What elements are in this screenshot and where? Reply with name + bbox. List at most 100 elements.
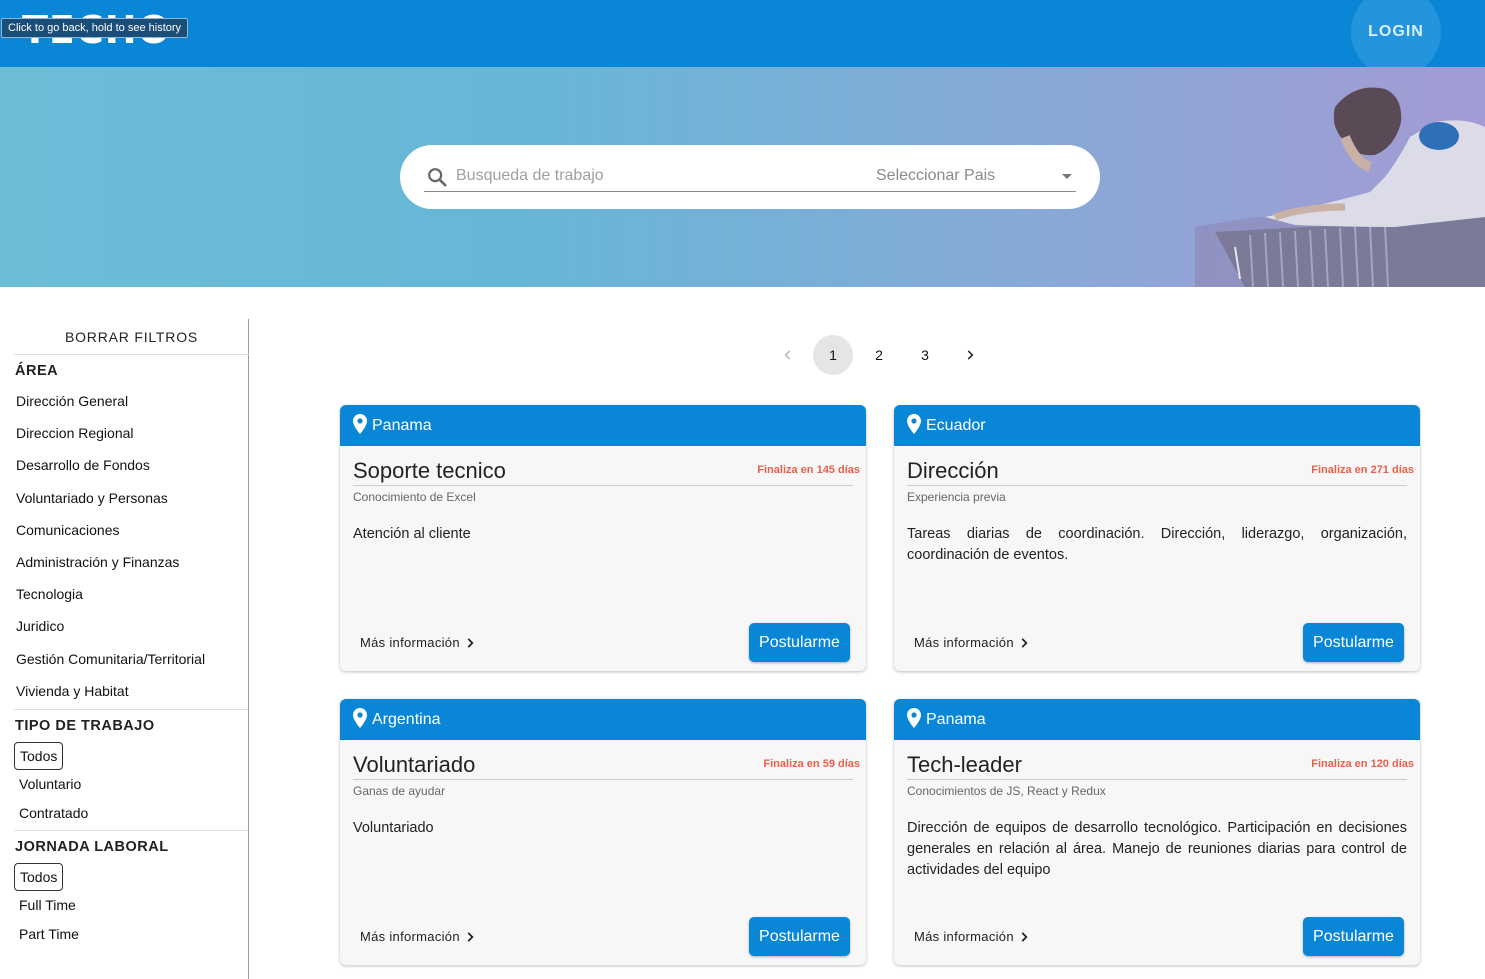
job-type-contratado[interactable]: Contratado xyxy=(14,799,248,828)
area-filter-juridico[interactable]: Juridico xyxy=(14,610,248,642)
login-button[interactable]: LOGIN xyxy=(1351,0,1441,64)
job-requirement: Conocimiento de Excel xyxy=(353,490,476,504)
deadline-badge: Finaliza en 145 días xyxy=(757,464,860,476)
country-select-label: Seleccionar Pais xyxy=(876,167,996,184)
schedule-full-time[interactable]: Full Time xyxy=(14,891,248,920)
title-divider xyxy=(353,485,853,486)
area-filter-administracion-finanzas[interactable]: Administración y Finanzas xyxy=(14,546,248,578)
page-button-2[interactable]: 2 xyxy=(859,335,899,375)
job-description: Tareas diarias de coordinación. Direcció… xyxy=(907,526,1407,563)
schedule-todos[interactable]: Todos xyxy=(14,862,64,891)
card-country: Ecuador xyxy=(926,416,986,434)
chevron-left-icon xyxy=(784,350,791,360)
more-info-label: Más información xyxy=(914,929,1014,944)
more-info-link[interactable]: Más información xyxy=(360,635,477,650)
deadline-badge: Finaliza en 271 días xyxy=(1311,464,1414,476)
chevron-right-icon xyxy=(467,637,474,648)
job-search-input[interactable] xyxy=(456,163,856,189)
apply-button[interactable]: Postularme xyxy=(1303,623,1404,662)
job-description: Voluntariado xyxy=(353,820,434,836)
area-filter-comunicaciones[interactable]: Comunicaciones xyxy=(14,514,248,546)
app-bar: TECHO Click to go back, hold to see hist… xyxy=(0,0,1485,77)
job-type-todos[interactable]: Todos xyxy=(14,741,64,770)
location-pin-icon xyxy=(907,707,921,728)
deadline-badge: Finaliza en 59 días xyxy=(763,758,860,770)
search-underline xyxy=(424,191,1076,192)
more-info-link[interactable]: Más información xyxy=(914,929,1031,944)
chevron-right-icon xyxy=(1021,931,1028,942)
card-title-row: Voluntariado Finaliza en 59 días xyxy=(353,752,860,780)
job-title: Tech-leader xyxy=(907,752,1022,777)
job-description: Atención al cliente xyxy=(353,526,471,542)
card-country: Panama xyxy=(926,710,986,728)
card-country: Argentina xyxy=(372,710,441,728)
more-info-label: Más información xyxy=(360,635,460,650)
previous-page-button[interactable] xyxy=(766,335,810,375)
job-description: Dirección de equipos de desarrollo tecno… xyxy=(907,820,1407,878)
card-header: Panama xyxy=(340,405,866,446)
card-title-row: Tech-leader Finaliza en 120 días xyxy=(907,752,1414,780)
dropdown-arrow-icon xyxy=(1062,173,1072,179)
job-type-voluntario[interactable]: Voluntario xyxy=(14,770,248,799)
more-info-label: Más información xyxy=(360,929,460,944)
more-info-link[interactable]: Más información xyxy=(360,929,477,944)
page-button-3[interactable]: 3 xyxy=(905,335,945,375)
area-filter-direccion-regional[interactable]: Direccion Regional xyxy=(14,417,248,449)
apply-button[interactable]: Postularme xyxy=(749,917,850,956)
area-filter-vivienda-habitat[interactable]: Vivienda y Habitat xyxy=(14,675,248,707)
hero-banner: Seleccionar Pais xyxy=(0,67,1485,287)
job-title: Voluntariado xyxy=(353,752,476,777)
job-requirement: Conocimientos de JS, React y Redux xyxy=(907,784,1106,798)
more-info-link[interactable]: Más información xyxy=(914,635,1031,650)
deadline-badge: Finaliza en 120 días xyxy=(1311,758,1414,770)
card-header: Panama xyxy=(894,699,1420,740)
job-title: Soporte tecnico xyxy=(353,458,506,483)
job-title: Dirección xyxy=(907,458,999,483)
job-card: Panama Soporte tecnico Finaliza en 145 d… xyxy=(340,405,866,671)
location-pin-icon xyxy=(353,413,367,434)
title-divider xyxy=(353,779,853,780)
back-button-tooltip: Click to go back, hold to see history xyxy=(1,18,189,38)
job-card: Panama Tech-leader Finaliza en 120 días … xyxy=(894,699,1420,965)
schedule-options: Todos Full Time Part Time xyxy=(14,861,248,949)
more-info-label: Más información xyxy=(914,635,1014,650)
card-header: Ecuador xyxy=(894,405,1420,446)
search-bar: Seleccionar Pais xyxy=(400,145,1100,209)
pagination: 1 2 3 xyxy=(766,335,992,375)
apply-button[interactable]: Postularme xyxy=(749,623,850,662)
title-divider xyxy=(907,485,1407,486)
area-filter-tecnologia[interactable]: Tecnologia xyxy=(14,578,248,610)
country-select[interactable]: Seleccionar Pais xyxy=(876,163,1076,189)
area-filter-voluntariado-personas[interactable]: Voluntariado y Personas xyxy=(14,482,248,514)
chevron-right-icon xyxy=(967,350,974,360)
job-type-options: Todos Voluntario Contratado xyxy=(14,740,248,828)
job-type-filter-title: TIPO DE TRABAJO xyxy=(15,717,155,734)
area-filter-direccion-general[interactable]: Dirección General xyxy=(14,385,248,417)
card-country: Panama xyxy=(372,416,432,434)
next-page-button[interactable] xyxy=(948,335,992,375)
area-filter-desarrollo-fondos[interactable]: Desarrollo de Fondos xyxy=(14,449,248,481)
job-requirement: Ganas de ayudar xyxy=(353,784,446,798)
area-filter-gestion-comunitaria[interactable]: Gestión Comunitaria/Territorial xyxy=(14,643,248,675)
job-card: Ecuador Dirección Finaliza en 271 días E… xyxy=(894,405,1420,671)
search-icon xyxy=(428,168,447,187)
filters-sidebar: BORRAR FILTROS ÁREA Dirección General Di… xyxy=(14,319,249,979)
chevron-right-icon xyxy=(467,931,474,942)
apply-button[interactable]: Postularme xyxy=(1303,917,1404,956)
card-title-row: Soporte tecnico Finaliza en 145 días xyxy=(353,458,860,486)
schedule-part-time[interactable]: Part Time xyxy=(14,920,248,949)
job-card: Argentina Voluntariado Finaliza en 59 dí… xyxy=(340,699,866,965)
location-pin-icon xyxy=(907,413,921,434)
clear-filters-button[interactable]: BORRAR FILTROS xyxy=(14,319,249,355)
page-button-1[interactable]: 1 xyxy=(813,335,853,375)
card-title-row: Dirección Finaliza en 271 días xyxy=(907,458,1414,486)
volunteer-figure xyxy=(1265,87,1485,227)
card-header: Argentina xyxy=(340,699,866,740)
location-pin-icon xyxy=(353,707,367,728)
title-divider xyxy=(907,779,1407,780)
area-filter-title: ÁREA xyxy=(15,363,59,379)
hero-volunteer-image xyxy=(1195,87,1485,287)
schedule-filter-title: JORNADA LABORAL xyxy=(15,838,169,855)
chevron-right-icon xyxy=(1021,637,1028,648)
job-requirement: Experiencia previa xyxy=(907,490,1006,504)
